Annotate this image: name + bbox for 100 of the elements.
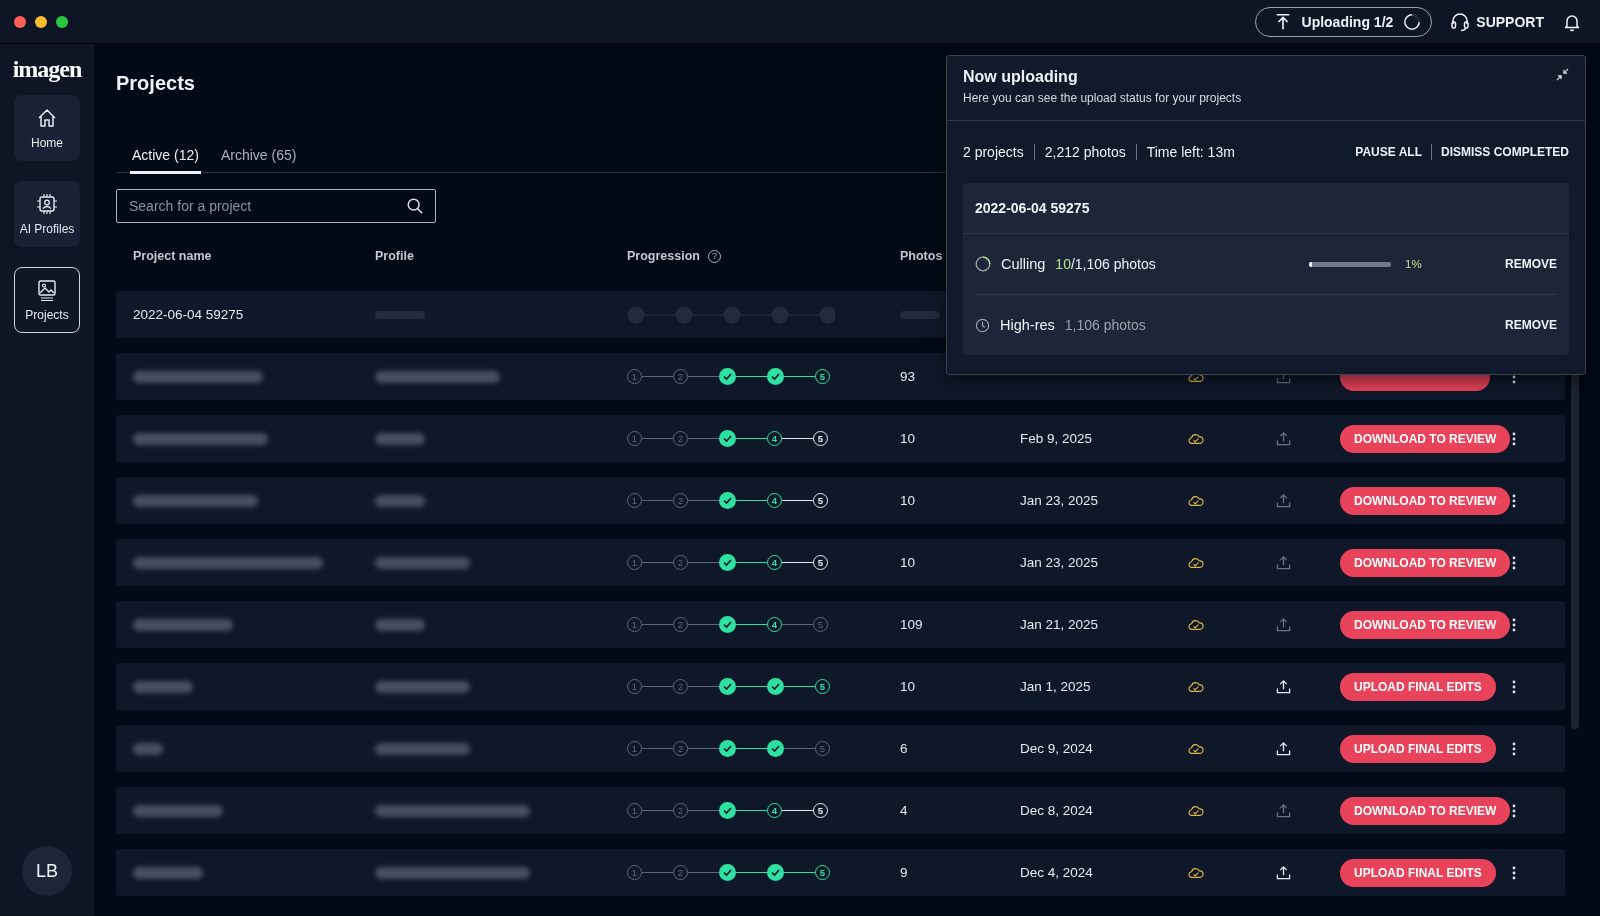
more-options-icon[interactable] xyxy=(1512,679,1516,694)
remove-button[interactable]: REMOVE xyxy=(1505,257,1557,271)
step-check-icon xyxy=(719,678,736,695)
minimize-window-button[interactable] xyxy=(35,15,47,28)
table-cell-text: 93 xyxy=(900,369,917,384)
action-button[interactable]: DOWNLOAD TO REVIEW xyxy=(1340,610,1511,639)
page-title: Projects xyxy=(116,71,195,95)
project-name: 2022-06-04 59275 xyxy=(133,307,245,322)
step-check-icon xyxy=(767,368,784,385)
action-button[interactable]: DOWNLOAD TO REVIEW xyxy=(1340,486,1511,515)
table-cell-text: Feb 9, 2025 xyxy=(1020,431,1094,446)
step-check-icon xyxy=(767,864,784,881)
action-button[interactable]: UPLOAD FINAL EDITS xyxy=(1340,734,1496,763)
cloud-check-icon xyxy=(1188,432,1204,445)
tab[interactable]: Archive (65) xyxy=(218,139,299,174)
cloud-check-icon xyxy=(1188,680,1204,693)
action-button[interactable]: DOWNLOAD TO REVIEW xyxy=(1340,548,1511,577)
table-cell-text: 10 xyxy=(900,431,917,446)
dismiss-completed-button[interactable]: DISMISS COMPLETED xyxy=(1441,145,1569,159)
action-button[interactable]: DOWNLOAD TO REVIEW xyxy=(1340,796,1511,825)
table-row[interactable]: 1 2 5 9 Dec 4, 2024 UPLOAD FINAL EDITS xyxy=(116,849,1565,896)
upload-stat: 2,212 photos xyxy=(1044,144,1126,160)
table-row[interactable]: 1 2 4 5 10 Jan 23, 2025 DOWNLOAD TO REVIEW xyxy=(116,477,1565,524)
cloud-check-icon xyxy=(1188,494,1204,507)
step-check-icon xyxy=(719,430,736,447)
table-cell-text: Dec 8, 2024 xyxy=(1020,803,1094,818)
action-button[interactable]: UPLOAD FINAL EDITS xyxy=(1340,672,1496,701)
table-cell-text: 10 xyxy=(900,555,917,570)
cloud-check-icon xyxy=(1188,866,1204,879)
maximize-window-button[interactable] xyxy=(56,15,68,28)
project-name: 2022-06-04 59275 xyxy=(975,200,1090,216)
search-icon[interactable] xyxy=(406,197,424,215)
user-avatar[interactable]: LB xyxy=(22,846,72,896)
more-options-icon[interactable] xyxy=(1512,493,1516,508)
blurred-text xyxy=(375,494,425,507)
more-options-icon[interactable] xyxy=(1512,555,1516,570)
step-check-icon xyxy=(767,740,784,757)
table-cell-text: 109 xyxy=(900,617,924,632)
table-cell-text: 4 xyxy=(900,803,909,818)
step-check-icon xyxy=(719,802,736,819)
table-row[interactable]: 1 2 4 5 109 Jan 21, 2025 DOWNLOAD TO REVIEW xyxy=(116,601,1565,648)
upload-stat: Time left: 13m xyxy=(1146,144,1235,160)
table-row[interactable]: 1 2 4 5 10 Feb 9, 2025 DOWNLOAD TO REVIEW xyxy=(116,415,1565,462)
headset-icon xyxy=(1450,11,1471,32)
spinner-icon xyxy=(1403,12,1422,31)
column-header: Progression xyxy=(627,249,700,263)
sidebar-item[interactable]: AI Profiles xyxy=(14,181,80,247)
panel-subtitle: Here you can see the upload status for your projects xyxy=(963,91,1242,105)
sidebar-item[interactable]: Projects xyxy=(14,267,80,333)
action-button[interactable]: UPLOAD FINAL EDITS xyxy=(1340,858,1496,887)
photo-count: 1,106 photos xyxy=(1064,317,1146,333)
more-options-icon[interactable] xyxy=(1512,741,1516,756)
table-cell-text: Jan 1, 2025 xyxy=(1020,679,1092,694)
column-header: Profile xyxy=(375,249,415,263)
loading-placeholder xyxy=(900,310,940,319)
image-icon xyxy=(35,278,59,302)
more-options-icon[interactable] xyxy=(1512,803,1516,818)
pause-all-button[interactable]: PAUSE ALL xyxy=(1355,145,1422,159)
column-header: Project name xyxy=(133,249,213,263)
search-field[interactable]: Search for a project xyxy=(116,189,436,223)
table-row[interactable]: 1 2 5 6 Dec 9, 2024 UPLOAD FINAL EDITS xyxy=(116,725,1565,772)
more-options-icon[interactable] xyxy=(1512,431,1516,446)
chip-portrait-icon xyxy=(35,192,59,216)
tab[interactable]: Active (12) xyxy=(130,139,201,174)
blurred-text xyxy=(133,742,163,755)
blurred-text xyxy=(375,432,425,445)
step-check-icon xyxy=(719,864,736,881)
table-row[interactable]: 1 2 4 5 4 Dec 8, 2024 DOWNLOAD TO REVIEW xyxy=(116,787,1565,834)
action-button[interactable]: DOWNLOAD TO REVIEW xyxy=(1340,424,1511,453)
remove-button[interactable]: REMOVE xyxy=(1505,318,1557,332)
table-cell-text: 10 xyxy=(900,493,917,508)
sidebar-item[interactable]: Home xyxy=(14,95,80,161)
collapse-icon[interactable] xyxy=(1556,68,1569,81)
cloud-check-icon xyxy=(1188,556,1204,569)
table-row[interactable]: 1 2 4 5 10 Jan 23, 2025 DOWNLOAD TO REVIEW xyxy=(116,539,1565,586)
step-check-icon xyxy=(719,740,736,757)
step-check-icon xyxy=(719,492,736,509)
cloud-check-icon xyxy=(1188,742,1204,755)
upload-stat: 2 projects xyxy=(963,144,1024,160)
scrollbar[interactable] xyxy=(1571,374,1579,729)
table-cell-text: Jan 23, 2025 xyxy=(1020,555,1100,570)
table-cell-text: 9 xyxy=(900,865,909,880)
upload-step-label: Culling xyxy=(1001,256,1046,272)
upload-step-label: High-res xyxy=(1000,317,1055,333)
table-row[interactable]: 1 2 5 10 Jan 1, 2025 UPLOAD FINAL EDITS xyxy=(116,663,1565,710)
progress-percent: 1% xyxy=(1405,258,1423,270)
cloud-check-icon xyxy=(1188,804,1204,817)
table-cell-text: Jan 23, 2025 xyxy=(1020,493,1100,508)
step-check-icon xyxy=(719,616,736,633)
more-options-icon[interactable] xyxy=(1512,617,1516,632)
table-cell-text: Dec 9, 2024 xyxy=(1020,741,1094,756)
support-button[interactable]: SUPPORT xyxy=(1450,11,1544,32)
blurred-text xyxy=(375,618,425,631)
panel-title: Now uploading xyxy=(963,68,1078,86)
table-cell-text: Dec 4, 2024 xyxy=(1020,865,1094,880)
close-window-button[interactable] xyxy=(14,15,26,28)
spinner-icon xyxy=(975,256,991,272)
table-cell-text: 6 xyxy=(900,741,909,756)
more-options-icon[interactable] xyxy=(1512,865,1516,880)
cloud-check-icon xyxy=(1188,618,1204,631)
